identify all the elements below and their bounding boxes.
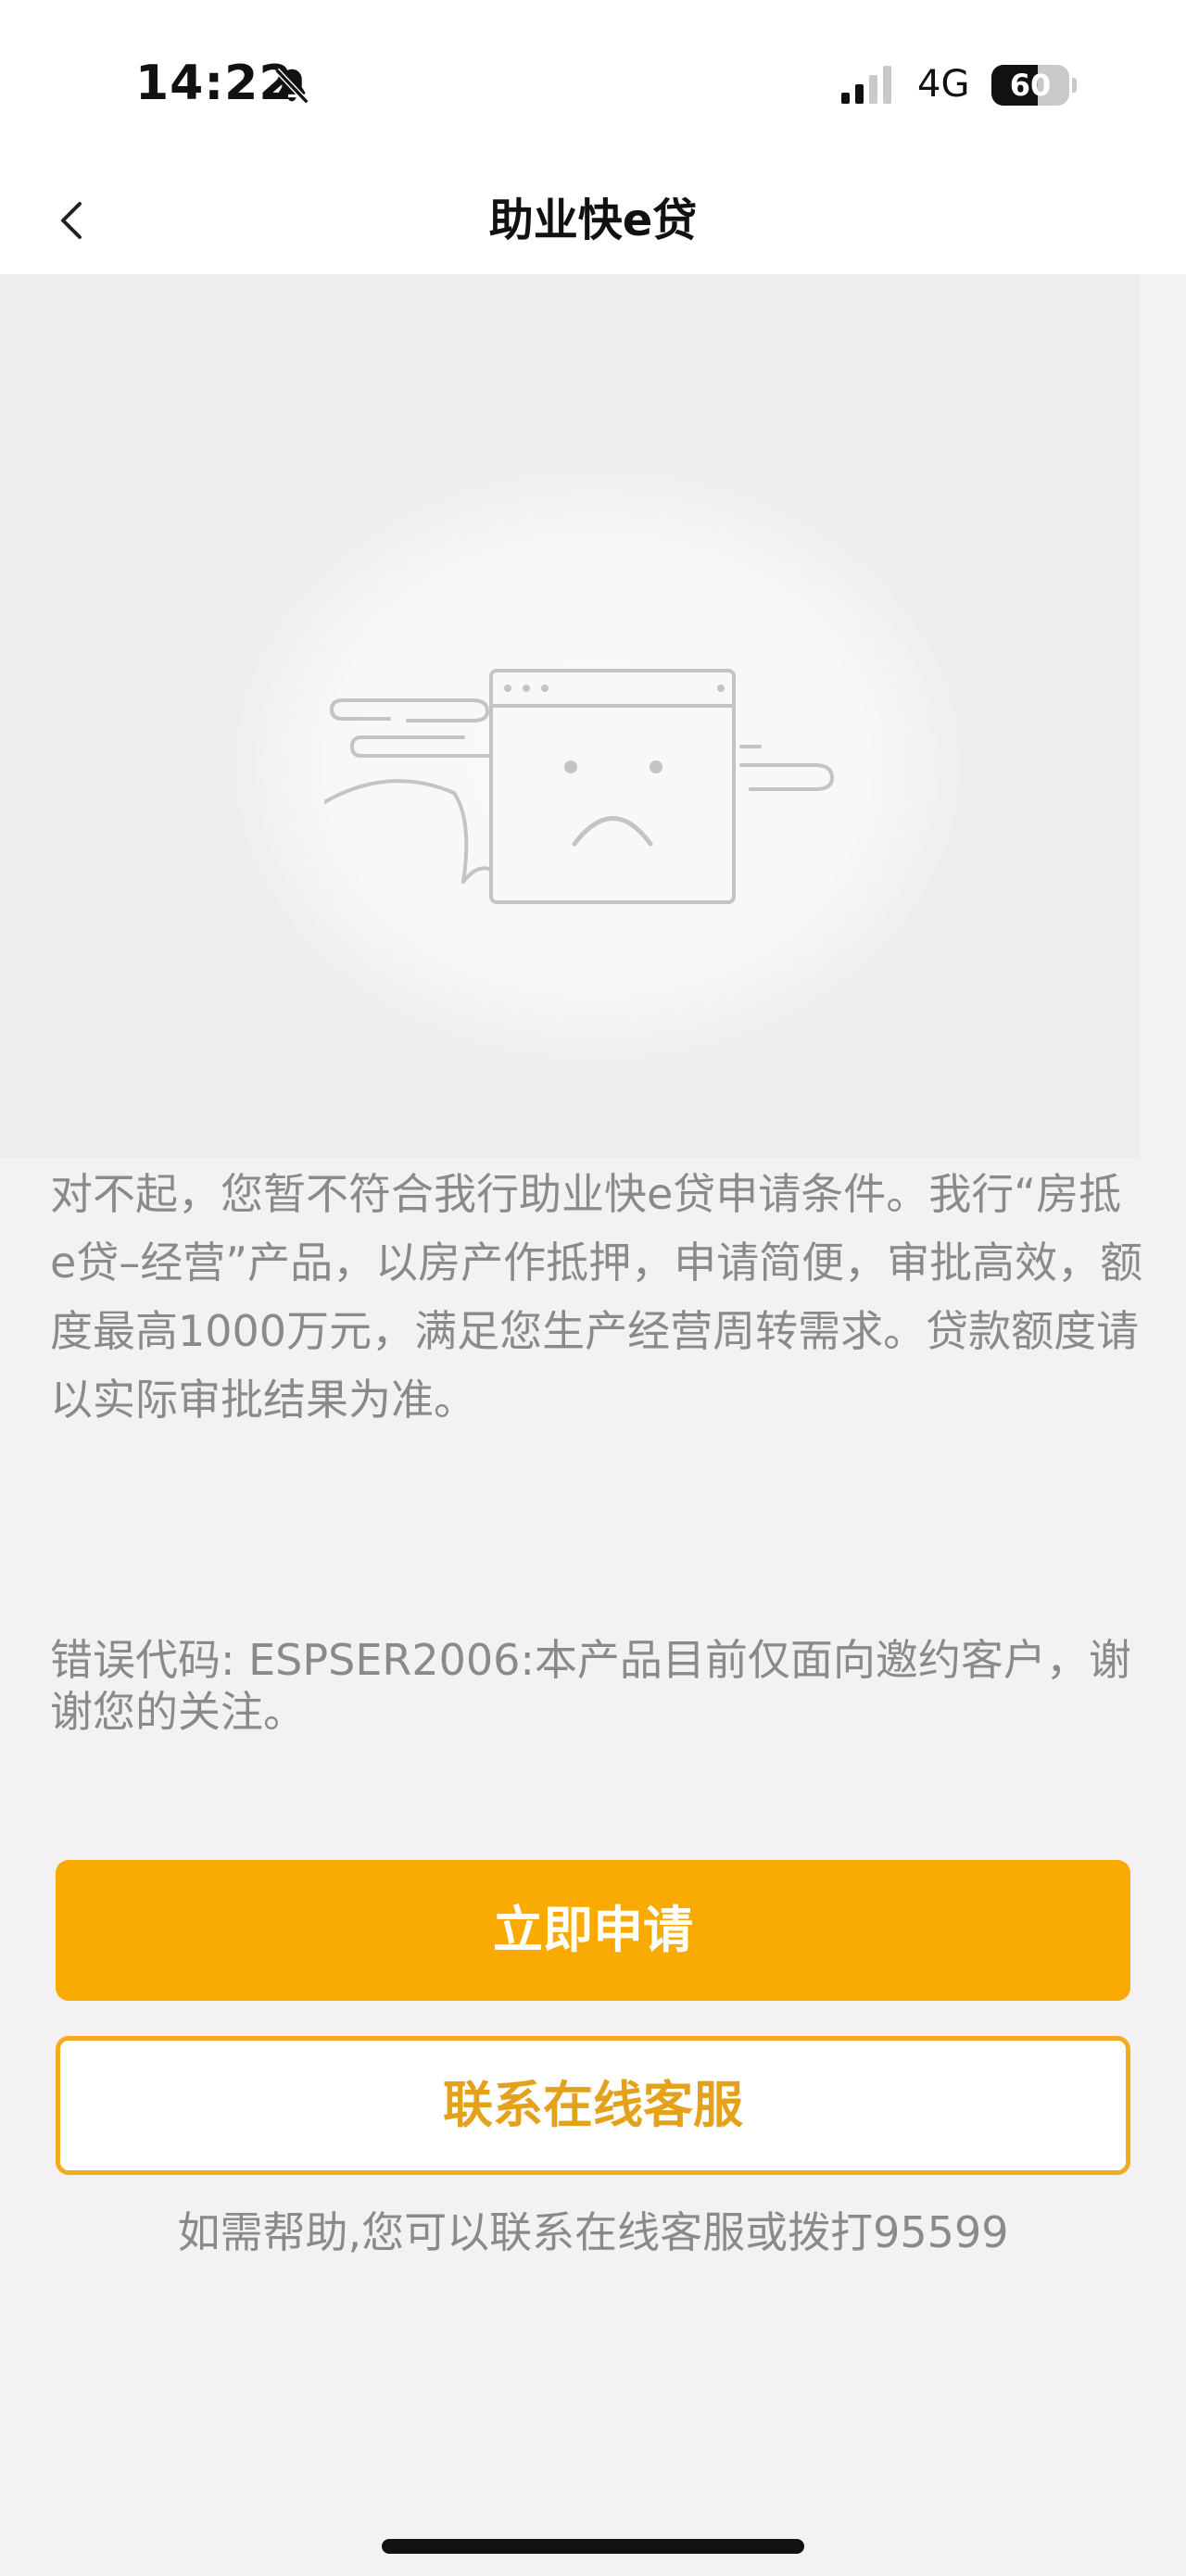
home-indicator[interactable] — [382, 2539, 804, 2554]
network-type: 4G — [917, 63, 970, 106]
page-title: 助业快e贷 — [488, 195, 698, 246]
hero-banner — [0, 274, 1140, 1158]
apply-now-button[interactable]: 立即申请 — [56, 1860, 1130, 2001]
nav-bar: 助业快e贷 — [0, 167, 1186, 274]
error-code-text: 错误代码: ESPSER2006:本产品目前仅面向邀约客户，谢谢您的关注。 — [50, 1635, 1131, 1737]
status-bar: 14:22 4G 60 — [0, 0, 1186, 167]
sad-browser-illustration — [324, 669, 834, 904]
signal-icon — [841, 66, 891, 104]
status-time: 14:22 — [135, 56, 294, 111]
bell-muted-icon — [274, 68, 309, 105]
help-text: 如需帮助,您可以联系在线客服或拨打95599 — [177, 2207, 1009, 2257]
back-button[interactable] — [37, 183, 111, 258]
contact-online-service-button[interactable]: 联系在线客服 — [56, 2036, 1130, 2175]
battery-icon: 60 — [991, 65, 1077, 106]
battery-level: 60 — [1009, 68, 1052, 103]
notice-text: 对不起，您暂不符合我行助业快e贷申请条件。我行“房抵e贷–经营”产品，以房产作抵… — [50, 1169, 1143, 1425]
chevron-left-icon — [61, 202, 82, 239]
